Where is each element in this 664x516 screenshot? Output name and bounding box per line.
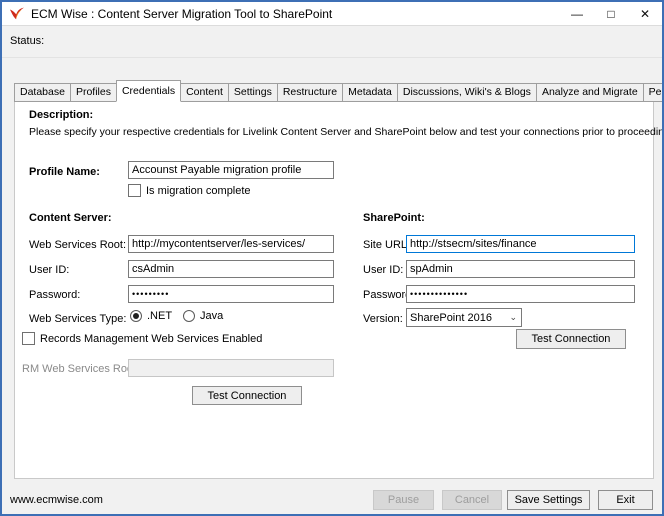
sp-password-input[interactable] xyxy=(406,285,635,303)
tab-profiles[interactable]: Profiles xyxy=(70,83,117,102)
tab-analyze-and-migrate[interactable]: Analyze and Migrate xyxy=(536,83,644,102)
ws-type-net-radio[interactable]: .NET xyxy=(130,310,172,322)
app-window: ECM Wise : Content Server Migration Tool… xyxy=(0,0,664,516)
window-controls: — □ ✕ xyxy=(560,2,662,26)
tab-strip: Database Profiles Credentials Content Se… xyxy=(14,80,664,102)
tab-settings[interactable]: Settings xyxy=(228,83,278,102)
credentials-tab-page: Description: Please specify your respect… xyxy=(14,101,654,479)
close-button[interactable]: ✕ xyxy=(628,2,662,26)
tab-restructure[interactable]: Restructure xyxy=(277,83,343,102)
tab-content[interactable]: Content xyxy=(180,83,229,102)
tab-credentials[interactable]: Credentials xyxy=(116,80,181,102)
cancel-button: Cancel xyxy=(442,490,502,510)
chevron-down-icon: ⌄ xyxy=(509,312,518,323)
sharepoint-heading: SharePoint: xyxy=(363,212,425,224)
tab-permissions[interactable]: Permissions xyxy=(643,83,664,102)
pause-button: Pause xyxy=(373,490,434,510)
sp-version-label: Version: xyxy=(363,313,403,325)
migration-complete-checkbox[interactable]: Is migration complete xyxy=(128,184,251,197)
titlebar: ECM Wise : Content Server Migration Tool… xyxy=(2,2,662,26)
sp-version-select[interactable]: SharePoint 2016 ⌄ xyxy=(406,308,522,327)
exit-button[interactable]: Exit xyxy=(598,490,653,510)
cs-test-connection-button[interactable]: Test Connection xyxy=(192,386,302,405)
radio-circle xyxy=(130,310,142,322)
description-heading: Description: xyxy=(29,109,93,121)
content-server-heading: Content Server: xyxy=(29,212,112,224)
rm-root-label: RM Web Services Root: xyxy=(22,363,139,375)
sp-site-url-input[interactable] xyxy=(406,235,635,253)
sp-user-id-input[interactable] xyxy=(406,260,635,278)
window-title: ECM Wise : Content Server Migration Tool… xyxy=(31,7,332,21)
save-settings-button[interactable]: Save Settings xyxy=(507,490,590,510)
description-text: Please specify your respective credentia… xyxy=(29,126,664,138)
cs-user-id-input[interactable] xyxy=(128,260,334,278)
cs-web-services-root-input[interactable] xyxy=(128,235,334,253)
profile-name-label: Profile Name: xyxy=(29,166,100,178)
app-logo-icon xyxy=(9,6,25,22)
maximize-button[interactable]: □ xyxy=(594,2,628,26)
rm-enabled-checkbox[interactable]: Records Management Web Services Enabled xyxy=(22,332,262,345)
checkbox-box xyxy=(22,332,35,345)
status-label: Status: xyxy=(10,35,44,47)
close-icon: ✕ xyxy=(640,7,650,21)
sp-version-value: SharePoint 2016 xyxy=(410,312,509,324)
minimize-icon: — xyxy=(571,7,583,21)
profile-name-input[interactable] xyxy=(128,161,334,179)
ws-type-net-label: .NET xyxy=(147,310,172,322)
rm-enabled-label: Records Management Web Services Enabled xyxy=(40,333,262,345)
radio-circle xyxy=(183,310,195,322)
tab-metadata[interactable]: Metadata xyxy=(342,83,398,102)
cs-user-id-label: User ID: xyxy=(29,264,69,276)
ws-type-java-radio[interactable]: Java xyxy=(183,310,223,322)
sp-test-connection-button[interactable]: Test Connection xyxy=(516,329,626,349)
ws-type-java-label: Java xyxy=(200,310,223,322)
cs-web-services-type-label: Web Services Type: xyxy=(29,313,126,325)
website-link[interactable]: www.ecmwise.com xyxy=(10,494,103,506)
cs-web-services-root-label: Web Services Root: xyxy=(29,239,126,251)
tab-database[interactable]: Database xyxy=(14,83,71,102)
rm-root-input xyxy=(128,359,334,377)
cs-password-label: Password: xyxy=(29,289,80,301)
cs-password-input[interactable] xyxy=(128,285,334,303)
maximize-icon: □ xyxy=(607,7,614,21)
tab-discussions-wikis-blogs[interactable]: Discussions, Wiki's & Blogs xyxy=(397,83,537,102)
checkbox-box xyxy=(128,184,141,197)
sp-user-id-label: User ID: xyxy=(363,264,403,276)
minimize-button[interactable]: — xyxy=(560,2,594,26)
status-strip: Status: xyxy=(2,27,662,58)
migration-complete-label: Is migration complete xyxy=(146,185,251,197)
sp-site-url-label: Site URL: xyxy=(363,239,410,251)
